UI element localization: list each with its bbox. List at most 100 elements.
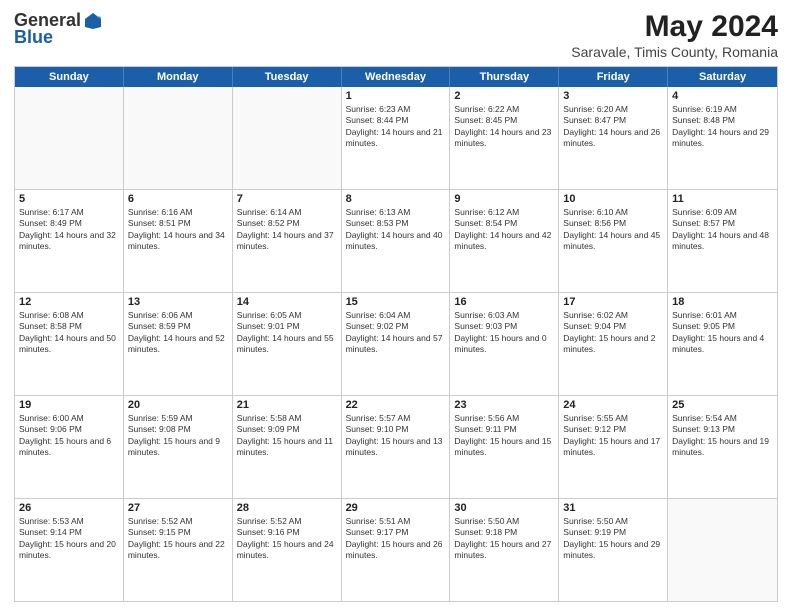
logo-blue-text: Blue — [14, 27, 53, 48]
day-number: 14 — [237, 296, 337, 308]
calendar-cell — [124, 87, 233, 189]
calendar-header: SundayMondayTuesdayWednesdayThursdayFrid… — [15, 67, 777, 87]
calendar-cell — [15, 87, 124, 189]
day-info: Sunrise: 6:17 AMSunset: 8:49 PMDaylight:… — [19, 207, 119, 253]
day-info: Sunrise: 6:03 AMSunset: 9:03 PMDaylight:… — [454, 310, 554, 356]
calendar-cell: 14Sunrise: 6:05 AMSunset: 9:01 PMDayligh… — [233, 293, 342, 395]
day-info: Sunrise: 6:09 AMSunset: 8:57 PMDaylight:… — [672, 207, 773, 253]
day-number: 28 — [237, 502, 337, 514]
title-block: May 2024 Saravale, Timis County, Romania — [571, 10, 778, 60]
calendar: SundayMondayTuesdayWednesdayThursdayFrid… — [14, 66, 778, 602]
calendar-body: 1 Sunrise: 6:23 AMSunset: 8:44 PMDaylight… — [15, 87, 777, 601]
main-title: May 2024 — [571, 10, 778, 44]
day-number: 24 — [563, 399, 663, 411]
day-number: 27 — [128, 502, 228, 514]
calendar-cell: 29 Sunrise: 5:51 AMSunset: 9:17 PMDayligh… — [342, 499, 451, 601]
day-info: Sunrise: 6:08 AMSunset: 8:58 PMDaylight:… — [19, 310, 119, 356]
day-number: 16 — [454, 296, 554, 308]
calendar-cell: 9 Sunrise: 6:12 AMSunset: 8:54 PMDaylight… — [450, 190, 559, 292]
day-number: 3 — [563, 90, 663, 102]
calendar-cell: 19Sunrise: 6:00 AMSunset: 9:06 PMDayligh… — [15, 396, 124, 498]
calendar-cell: 25 Sunrise: 5:54 AMSunset: 9:13 PMDayligh… — [668, 396, 777, 498]
calendar-cell: 1 Sunrise: 6:23 AMSunset: 8:44 PMDaylight… — [342, 87, 451, 189]
day-info: Sunrise: 5:58 AMSunset: 9:09 PMDaylight:… — [237, 413, 337, 459]
day-number: 20 — [128, 399, 228, 411]
calendar-cell: 23Sunrise: 5:56 AMSunset: 9:11 PMDayligh… — [450, 396, 559, 498]
day-number: 7 — [237, 193, 337, 205]
day-number: 31 — [563, 502, 663, 514]
calendar-cell — [668, 499, 777, 601]
day-info: Sunrise: 5:59 AMSunset: 9:08 PMDaylight:… — [128, 413, 228, 459]
page: General Blue May 2024 Saravale, Timis Co… — [0, 0, 792, 612]
logo-icon — [83, 11, 103, 31]
calendar-cell: 16 Sunrise: 6:03 AMSunset: 9:03 PMDayligh… — [450, 293, 559, 395]
calendar-row: 1 Sunrise: 6:23 AMSunset: 8:44 PMDaylight… — [15, 87, 777, 190]
day-info: Sunrise: 6:01 AMSunset: 9:05 PMDaylight:… — [672, 310, 773, 356]
calendar-row: 5 Sunrise: 6:17 AMSunset: 8:49 PMDaylight… — [15, 190, 777, 293]
weekday-header: Saturday — [668, 67, 777, 87]
day-number: 29 — [346, 502, 446, 514]
day-info: Sunrise: 6:10 AMSunset: 8:56 PMDaylight:… — [563, 207, 663, 253]
subtitle: Saravale, Timis County, Romania — [571, 44, 778, 60]
calendar-cell: 27Sunrise: 5:52 AMSunset: 9:15 PMDayligh… — [124, 499, 233, 601]
calendar-cell: 8 Sunrise: 6:13 AMSunset: 8:53 PMDaylight… — [342, 190, 451, 292]
logo: General Blue — [14, 10, 103, 48]
day-number: 25 — [672, 399, 773, 411]
day-info: Sunrise: 5:53 AMSunset: 9:14 PMDaylight:… — [19, 516, 119, 562]
day-info: Sunrise: 5:54 AMSunset: 9:13 PMDaylight:… — [672, 413, 773, 459]
day-info: Sunrise: 5:52 AMSunset: 9:16 PMDaylight:… — [237, 516, 337, 562]
day-number: 2 — [454, 90, 554, 102]
day-number: 9 — [454, 193, 554, 205]
calendar-cell: 5 Sunrise: 6:17 AMSunset: 8:49 PMDaylight… — [15, 190, 124, 292]
weekday-header: Thursday — [450, 67, 559, 87]
day-info: Sunrise: 5:56 AMSunset: 9:11 PMDaylight:… — [454, 413, 554, 459]
day-info: Sunrise: 6:12 AMSunset: 8:54 PMDaylight:… — [454, 207, 554, 253]
day-info: Sunrise: 6:22 AMSunset: 8:45 PMDaylight:… — [454, 104, 554, 150]
calendar-cell: 26 Sunrise: 5:53 AMSunset: 9:14 PMDayligh… — [15, 499, 124, 601]
calendar-cell: 18 Sunrise: 6:01 AMSunset: 9:05 PMDayligh… — [668, 293, 777, 395]
calendar-row: 19Sunrise: 6:00 AMSunset: 9:06 PMDayligh… — [15, 396, 777, 499]
weekday-header: Monday — [124, 67, 233, 87]
calendar-cell: 11 Sunrise: 6:09 AMSunset: 8:57 PMDayligh… — [668, 190, 777, 292]
calendar-cell: 7Sunrise: 6:14 AMSunset: 8:52 PMDaylight… — [233, 190, 342, 292]
day-number: 18 — [672, 296, 773, 308]
day-number: 10 — [563, 193, 663, 205]
day-info: Sunrise: 6:20 AMSunset: 8:47 PMDaylight:… — [563, 104, 663, 150]
calendar-cell: 30Sunrise: 5:50 AMSunset: 9:18 PMDayligh… — [450, 499, 559, 601]
day-number: 22 — [346, 399, 446, 411]
calendar-cell: 15Sunrise: 6:04 AMSunset: 9:02 PMDayligh… — [342, 293, 451, 395]
day-info: Sunrise: 6:16 AMSunset: 8:51 PMDaylight:… — [128, 207, 228, 253]
day-number: 1 — [346, 90, 446, 102]
calendar-cell: 17 Sunrise: 6:02 AMSunset: 9:04 PMDayligh… — [559, 293, 668, 395]
day-number: 8 — [346, 193, 446, 205]
day-number: 11 — [672, 193, 773, 205]
day-info: Sunrise: 5:50 AMSunset: 9:18 PMDaylight:… — [454, 516, 554, 562]
day-info: Sunrise: 6:19 AMSunset: 8:48 PMDaylight:… — [672, 104, 773, 150]
calendar-cell: 2 Sunrise: 6:22 AMSunset: 8:45 PMDaylight… — [450, 87, 559, 189]
weekday-header: Tuesday — [233, 67, 342, 87]
day-number: 26 — [19, 502, 119, 514]
day-info: Sunrise: 5:51 AMSunset: 9:17 PMDaylight:… — [346, 516, 446, 562]
day-number: 13 — [128, 296, 228, 308]
day-number: 17 — [563, 296, 663, 308]
weekday-header: Sunday — [15, 67, 124, 87]
day-number: 5 — [19, 193, 119, 205]
day-info: Sunrise: 5:50 AMSunset: 9:19 PMDaylight:… — [563, 516, 663, 562]
calendar-row: 12Sunrise: 6:08 AMSunset: 8:58 PMDayligh… — [15, 293, 777, 396]
calendar-cell: 10 Sunrise: 6:10 AMSunset: 8:56 PMDayligh… — [559, 190, 668, 292]
day-info: Sunrise: 6:02 AMSunset: 9:04 PMDaylight:… — [563, 310, 663, 356]
day-number: 6 — [128, 193, 228, 205]
header: General Blue May 2024 Saravale, Timis Co… — [14, 10, 778, 60]
calendar-cell: 6 Sunrise: 6:16 AMSunset: 8:51 PMDaylight… — [124, 190, 233, 292]
calendar-cell: 4Sunrise: 6:19 AMSunset: 8:48 PMDaylight… — [668, 87, 777, 189]
calendar-cell — [233, 87, 342, 189]
calendar-cell: 20 Sunrise: 5:59 AMSunset: 9:08 PMDayligh… — [124, 396, 233, 498]
day-info: Sunrise: 6:13 AMSunset: 8:53 PMDaylight:… — [346, 207, 446, 253]
calendar-cell: 22 Sunrise: 5:57 AMSunset: 9:10 PMDayligh… — [342, 396, 451, 498]
calendar-cell: 31 Sunrise: 5:50 AMSunset: 9:19 PMDayligh… — [559, 499, 668, 601]
day-info: Sunrise: 6:04 AMSunset: 9:02 PMDaylight:… — [346, 310, 446, 356]
day-info: Sunrise: 5:57 AMSunset: 9:10 PMDaylight:… — [346, 413, 446, 459]
day-info: Sunrise: 6:23 AMSunset: 8:44 PMDaylight:… — [346, 104, 446, 150]
day-info: Sunrise: 5:55 AMSunset: 9:12 PMDaylight:… — [563, 413, 663, 459]
day-info: Sunrise: 6:06 AMSunset: 8:59 PMDaylight:… — [128, 310, 228, 356]
